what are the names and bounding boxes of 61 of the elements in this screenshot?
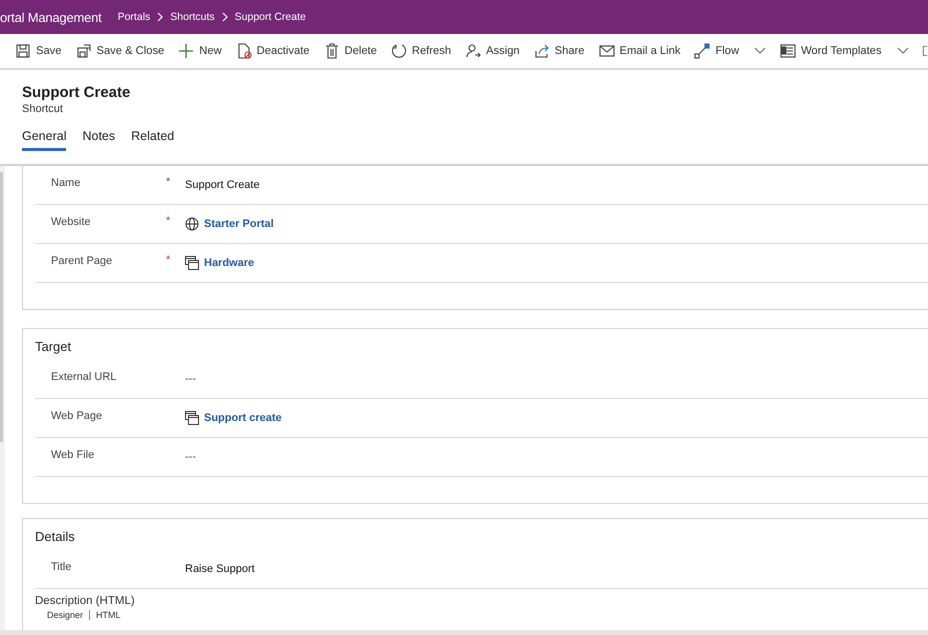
word-icon bbox=[780, 43, 796, 59]
section-title: Target bbox=[35, 339, 72, 354]
windows-icon bbox=[185, 256, 199, 270]
toolbar-button[interactable]: Save bbox=[10, 39, 66, 63]
scrollbar[interactable] bbox=[0, 630, 928, 635]
field-label: Website bbox=[50, 215, 92, 228]
field-label: Web Page bbox=[50, 409, 104, 422]
chevron-icon bbox=[220, 12, 229, 22]
toolbar-button[interactable]: Delete bbox=[318, 39, 382, 63]
breadcrumb-link[interactable]: Portals bbox=[118, 11, 150, 23]
field-label: External URL bbox=[50, 370, 118, 383]
tab[interactable]: General bbox=[22, 129, 66, 151]
field-label: Parent Page bbox=[50, 254, 114, 267]
tab[interactable]: Notes bbox=[82, 129, 116, 151]
lookup-link[interactable]: Hardware bbox=[204, 257, 254, 269]
flow-icon bbox=[694, 43, 710, 59]
toolbar-button[interactable]: Deactivate bbox=[230, 39, 315, 63]
toolbar-button[interactable]: Assign bbox=[460, 39, 525, 63]
toolbar-button[interactable]: Save & Close bbox=[70, 39, 170, 63]
new-icon bbox=[178, 43, 194, 59]
field-label: Title bbox=[50, 560, 72, 573]
refresh-icon bbox=[390, 43, 407, 59]
required-mark: * bbox=[166, 176, 170, 188]
field-label: Web File bbox=[50, 448, 96, 461]
record-type: Shortcut bbox=[22, 103, 64, 115]
chevron-down-icon bbox=[754, 47, 766, 55]
field-value[interactable]: Support Create bbox=[185, 179, 260, 191]
toolbar-button[interactable]: Word Templates bbox=[775, 39, 914, 63]
editor-tab[interactable]: HTML bbox=[96, 610, 121, 620]
chevron-icon bbox=[156, 12, 164, 22]
tab[interactable]: Related bbox=[131, 129, 174, 151]
field-value[interactable]: --- bbox=[185, 451, 196, 463]
toolbar-button[interactable]: Refresh bbox=[386, 39, 456, 63]
editor-tab[interactable]: Designer bbox=[47, 610, 84, 620]
toolbar-button[interactable]: Flow bbox=[689, 39, 772, 63]
email-icon bbox=[598, 43, 615, 59]
assign-icon bbox=[465, 43, 482, 59]
field-value[interactable]: Raise Support bbox=[185, 563, 255, 575]
scrollbar[interactable] bbox=[0, 166, 5, 630]
toolbar-button[interactable]: Share bbox=[528, 39, 590, 63]
toolbar-button[interactable]: New bbox=[173, 39, 227, 63]
save-icon bbox=[15, 43, 31, 59]
lookup-link[interactable]: Support create bbox=[204, 412, 282, 424]
share-icon bbox=[534, 43, 550, 59]
delete-icon bbox=[324, 43, 340, 59]
globe-icon bbox=[185, 217, 199, 231]
record-title: Support Create bbox=[22, 84, 132, 101]
app-title[interactable]: ortal Management bbox=[0, 10, 102, 24]
field-label: Description (HTML) bbox=[35, 595, 136, 607]
breadcrumb-link[interactable]: Support Create bbox=[234, 11, 306, 23]
chevron-down-icon bbox=[896, 47, 908, 55]
deactivate-icon bbox=[236, 43, 252, 59]
required-mark: * bbox=[166, 215, 170, 227]
field-value[interactable]: --- bbox=[185, 373, 196, 385]
windows-icon bbox=[185, 411, 199, 425]
field-label: Name bbox=[50, 176, 82, 189]
lookup-link[interactable]: Starter Portal bbox=[204, 218, 274, 230]
breadcrumb-link[interactable]: Shortcuts bbox=[170, 11, 215, 23]
toolbar-button[interactable]: Email a Link bbox=[594, 39, 686, 63]
section-title: Details bbox=[35, 529, 76, 544]
required-mark: * bbox=[166, 254, 170, 266]
